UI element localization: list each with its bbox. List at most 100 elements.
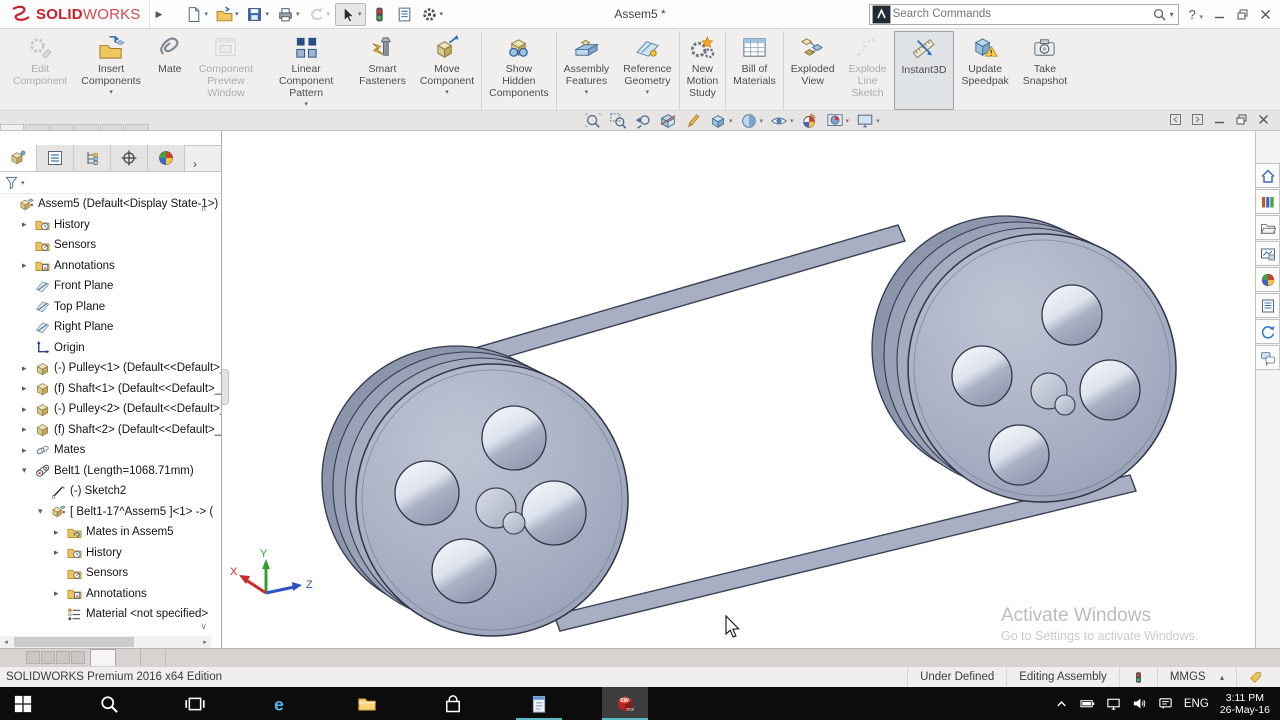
- doc-restore-icon[interactable]: [1235, 113, 1248, 126]
- taskbar-button-notepad[interactable]: [516, 687, 562, 720]
- taskbar-button-task-view[interactable]: [172, 687, 218, 720]
- view-tool-button-previous-view[interactable]: [634, 112, 652, 130]
- command-tab[interactable]: [75, 124, 99, 130]
- taskbar-button-solidworks[interactable]: [602, 687, 648, 720]
- ribbon-button[interactable]: Component Preview Window: [192, 31, 260, 110]
- expand-arrow-icon[interactable]: ▾: [38, 506, 51, 517]
- panel-tab-overflow-chevron[interactable]: ›: [185, 157, 205, 171]
- panel-tab-featuremanager[interactable]: [0, 145, 37, 171]
- view-tool-button-hide-show-items[interactable]: ▾: [770, 112, 794, 130]
- ribbon-button[interactable]: Mate: [148, 31, 192, 110]
- tree-item[interactable]: ▸ (f) Shaft<1> (Default<<Default>_: [0, 379, 221, 400]
- pulley-1[interactable]: [322, 346, 628, 636]
- dropdown-arrow-icon[interactable]: ▾: [304, 100, 308, 108]
- doc-close-icon[interactable]: [1257, 113, 1270, 126]
- taskbar-button-search[interactable]: [86, 687, 132, 720]
- tree-item[interactable]: ▸ Mates in Assem5: [0, 522, 221, 543]
- ribbon-button[interactable]: Show Hidden Components: [481, 31, 556, 110]
- clock[interactable]: 3:11 PM 26-May-16: [1220, 692, 1270, 716]
- ribbon-button[interactable]: Take Snapshot: [1016, 31, 1074, 110]
- view-tool-button-apply-scene[interactable]: ▾: [826, 112, 850, 130]
- view-tool-button-display-style[interactable]: ▾: [740, 112, 764, 130]
- panel-splitter-handle[interactable]: [222, 369, 229, 405]
- task-pane-button-design-library[interactable]: [1256, 189, 1280, 214]
- help-button[interactable]: ? ▾: [1189, 7, 1203, 22]
- tree-item[interactable]: ▸ Annotations: [0, 584, 221, 605]
- tab-nav-arrow[interactable]: [41, 651, 55, 664]
- taskbar-button-store[interactable]: [430, 687, 476, 720]
- tree-horizontal-scrollbar[interactable]: ◂ ▸: [0, 636, 211, 648]
- task-pane-button-file-explorer[interactable]: [1256, 215, 1280, 240]
- tree-item[interactable]: Sensors: [0, 235, 221, 256]
- view-tool-button-edit-appearance[interactable]: [801, 112, 819, 130]
- scrollbar-track[interactable]: [12, 637, 199, 647]
- dropdown-arrow-icon[interactable]: ▾: [585, 88, 589, 96]
- dropdown-arrow-icon[interactable]: ▾: [109, 88, 113, 96]
- expand-arrow-icon[interactable]: ▸: [54, 588, 67, 599]
- tab-nav-arrow[interactable]: [71, 651, 85, 664]
- panel-tab-dimxpertmanager[interactable]: [111, 145, 148, 171]
- tree-item[interactable]: ▸ Annotations: [0, 256, 221, 277]
- tree-item[interactable]: ▸ (-) Pulley<1> (Default<<Default>_: [0, 358, 221, 379]
- expand-arrow-icon[interactable]: ▸: [22, 363, 35, 374]
- command-tab[interactable]: [125, 124, 149, 130]
- command-tab[interactable]: [0, 124, 24, 130]
- ribbon-button[interactable]: Insert Components ▾: [74, 31, 148, 110]
- tree-scroll-down-icon[interactable]: ∨: [200, 621, 207, 632]
- expand-arrow-icon[interactable]: ▾: [22, 465, 35, 476]
- volume-icon[interactable]: [1132, 696, 1147, 711]
- tab-nav-arrow[interactable]: [26, 651, 40, 664]
- dropdown-arrow-icon[interactable]: ▾: [265, 10, 269, 18]
- task-pane-button-view-palette[interactable]: [1256, 241, 1280, 266]
- panel-tab-propertymanager[interactable]: [37, 145, 74, 171]
- dropdown-arrow-icon[interactable]: ▾: [445, 88, 449, 96]
- view-tool-button-section-view[interactable]: [659, 112, 677, 130]
- task-pane-button-solidworks-updates[interactable]: [1256, 319, 1280, 344]
- pane-right-icon[interactable]: [1191, 113, 1204, 126]
- tree-item[interactable]: ▸ History: [0, 215, 221, 236]
- taskbar-button-edge[interactable]: [258, 687, 304, 720]
- dropdown-arrow-icon[interactable]: ▾: [646, 88, 650, 96]
- document-tab[interactable]: [116, 649, 141, 666]
- dropdown-arrow-icon[interactable]: ▾: [846, 117, 850, 125]
- tray-chevron-icon[interactable]: [1054, 696, 1069, 711]
- dropdown-arrow-icon[interactable]: ▾: [204, 10, 208, 18]
- scroll-right-icon[interactable]: ▸: [199, 638, 211, 646]
- tree-item[interactable]: Top Plane: [0, 297, 221, 318]
- search-dropdown-icon[interactable]: ▾: [1170, 10, 1174, 19]
- units-dropdown-icon[interactable]: ▴: [1220, 673, 1224, 682]
- assembly-3d-model[interactable]: Y X Z: [222, 131, 1254, 648]
- tag-button[interactable]: [1236, 667, 1274, 687]
- quick-tool-button-rebuild[interactable]: [368, 4, 391, 25]
- search-commands-box[interactable]: ▾: [869, 4, 1179, 25]
- dropdown-arrow-icon[interactable]: ▾: [358, 10, 362, 18]
- dropdown-arrow-icon[interactable]: ▾: [876, 117, 880, 125]
- ribbon-button[interactable]: Explode Line Sketch: [842, 31, 894, 110]
- expand-arrow-icon[interactable]: ▸: [22, 424, 35, 435]
- dropdown-arrow-icon[interactable]: ▾: [790, 117, 794, 125]
- task-pane-button-solidworks-resources[interactable]: [1256, 163, 1280, 188]
- tree-item[interactable]: ▾ Belt1 (Length=1068.71mm): [0, 461, 221, 482]
- expand-arrow-icon[interactable]: ▸: [54, 547, 67, 558]
- tree-item[interactable]: ▸ (-) Pulley<2> (Default<<Default>_: [0, 399, 221, 420]
- close-button[interactable]: [1259, 8, 1272, 21]
- command-tab[interactable]: [50, 124, 74, 130]
- ribbon-button[interactable]: Bill of Materials: [725, 31, 783, 110]
- quick-tool-button-new[interactable]: ▾: [182, 4, 211, 25]
- quick-tool-button-options[interactable]: ▾: [418, 4, 447, 25]
- expand-arrow-icon[interactable]: ▸: [54, 527, 67, 538]
- battery-icon[interactable]: [1080, 696, 1095, 711]
- ribbon-button[interactable]: Instant3D: [894, 31, 955, 110]
- document-tab[interactable]: [141, 649, 166, 666]
- task-pane-button-custom-properties[interactable]: [1256, 293, 1280, 318]
- minimize-button[interactable]: [1213, 8, 1226, 21]
- pulley-2[interactable]: [872, 216, 1176, 502]
- quick-tool-button-open[interactable]: ▾: [213, 4, 242, 25]
- command-tab[interactable]: [25, 124, 49, 130]
- restore-button[interactable]: [1236, 8, 1249, 21]
- view-tool-button-zoom-to-area[interactable]: [609, 112, 627, 130]
- quick-tool-button-select[interactable]: ▾: [335, 3, 366, 26]
- tree-item[interactable]: Assem5 (Default<Display State-1>): [0, 194, 221, 215]
- view-tool-button-view-settings[interactable]: ▾: [856, 112, 880, 130]
- ribbon-button[interactable]: Assembly Features ▾: [556, 31, 617, 110]
